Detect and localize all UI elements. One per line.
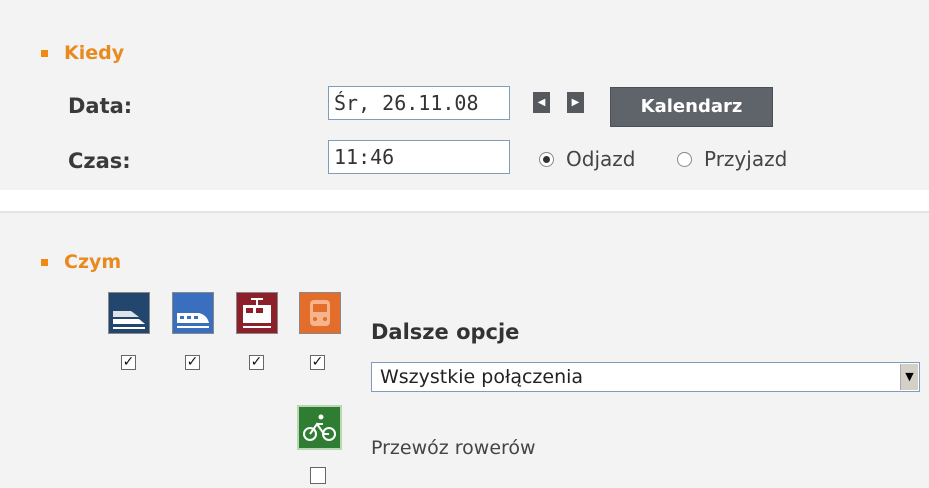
- departure-radio-label: Odjazd: [566, 147, 636, 171]
- intercity-train-checkbox[interactable]: ✓: [185, 355, 200, 370]
- regional-train-icon[interactable]: [236, 292, 278, 334]
- when-heading: Kiedy: [41, 42, 124, 64]
- connections-select-value: Wszystkie połączenia: [380, 366, 584, 388]
- bullet-icon: [41, 49, 48, 57]
- by-heading: Czym: [41, 251, 121, 273]
- connections-select[interactable]: Wszystkie połączenia ▼: [371, 362, 920, 392]
- date-field[interactable]: Śr, 26.11.08: [328, 86, 510, 120]
- departure-radio-option[interactable]: Odjazd: [539, 147, 635, 171]
- when-heading-label: Kiedy: [64, 42, 125, 64]
- departure-radio[interactable]: [539, 151, 554, 167]
- bike-transport-checkbox[interactable]: [310, 467, 326, 484]
- arrival-radio-label: Przyjazd: [704, 147, 788, 171]
- bullet-icon: [41, 258, 48, 266]
- time-field[interactable]: 11:46: [328, 140, 510, 174]
- intercity-train-icon[interactable]: [172, 292, 214, 334]
- arrival-radio-option[interactable]: Przyjazd: [677, 147, 787, 171]
- calendar-button[interactable]: Kalendarz: [610, 87, 773, 127]
- express-train-icon[interactable]: [108, 292, 150, 334]
- time-label: Czas:: [68, 149, 131, 173]
- by-heading-label: Czym: [64, 251, 122, 273]
- more-options-title: Dalsze opcje: [371, 320, 520, 344]
- next-day-button[interactable]: ▶: [567, 92, 584, 113]
- chevron-down-icon[interactable]: ▼: [900, 364, 918, 390]
- arrival-radio[interactable]: [677, 151, 692, 167]
- regional-train-checkbox[interactable]: ✓: [249, 355, 264, 370]
- arrow-left-icon: ◀: [537, 97, 546, 108]
- arrow-right-icon: ▶: [571, 97, 580, 108]
- bicycle-icon: [297, 405, 342, 450]
- express-train-checkbox[interactable]: ✓: [121, 355, 136, 370]
- tram-icon[interactable]: [299, 292, 341, 334]
- bike-transport-label: Przewóz rowerów: [371, 437, 536, 459]
- prev-day-button[interactable]: ◀: [533, 92, 550, 113]
- date-label: Data:: [68, 94, 133, 118]
- tram-checkbox[interactable]: ✓: [310, 355, 325, 370]
